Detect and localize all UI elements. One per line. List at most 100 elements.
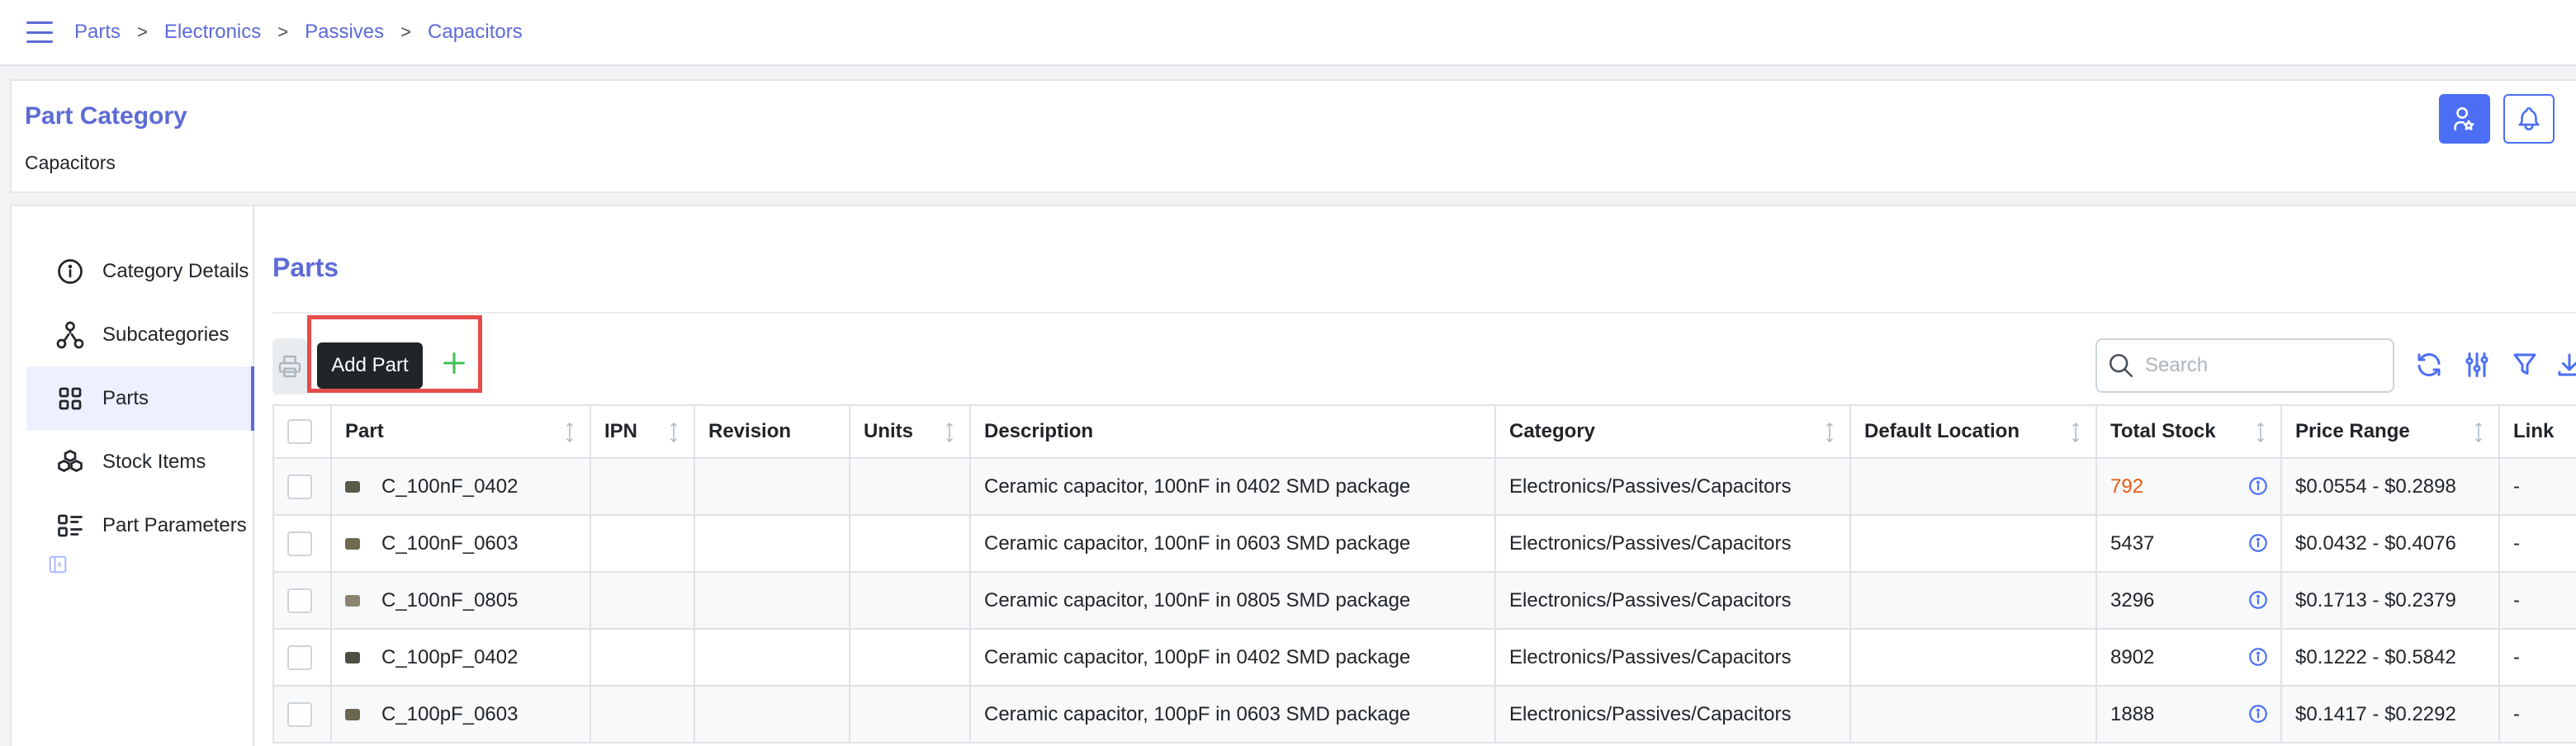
part-thumbnail <box>345 538 360 550</box>
refresh-icon <box>2417 353 2441 376</box>
printer-icon <box>278 355 301 378</box>
download-button[interactable] <box>2553 348 2576 381</box>
subscribe-user-button[interactable] <box>2439 94 2490 144</box>
column-header-part[interactable]: Part <box>330 404 591 459</box>
revision-cell <box>694 571 850 630</box>
row-checkbox[interactable] <box>287 474 312 499</box>
category-cell: Electronics/Passives/Capacitors <box>1494 571 1851 630</box>
location-cell <box>1849 514 2097 573</box>
column-header-revision[interactable]: Revision <box>694 404 850 459</box>
location-cell <box>1849 685 2097 744</box>
table-row[interactable]: C_100nF_0402 Ceramic capacitor, 100nF in … <box>272 457 2576 516</box>
table-settings-button[interactable] <box>2460 348 2493 381</box>
link-cell: - <box>2498 514 2576 573</box>
row-checkbox[interactable] <box>287 701 312 727</box>
panel-title: Parts <box>272 253 339 282</box>
units-cell <box>849 685 971 744</box>
table-row[interactable]: C_100nF_0603 Ceramic capacitor, 100nF in … <box>272 514 2576 573</box>
category-name: Capacitors <box>25 152 116 173</box>
row-checkbox[interactable] <box>287 644 312 670</box>
info-icon[interactable] <box>2247 475 2269 497</box>
sort-icon[interactable] <box>665 421 682 444</box>
stock-value: 8902 <box>2110 645 2155 668</box>
part-name[interactable]: C_100pF_0402 <box>381 646 518 668</box>
notifications-button[interactable] <box>2503 94 2555 144</box>
sort-icon[interactable] <box>2067 421 2084 444</box>
grid-icon <box>54 383 86 414</box>
print-button[interactable] <box>272 338 307 394</box>
breadcrumb-electronics[interactable]: Electronics <box>164 21 261 44</box>
part-thumbnail <box>345 709 360 721</box>
list-details-icon <box>54 510 86 541</box>
sidebar-item-parts[interactable]: Parts <box>26 366 254 431</box>
breadcrumb-parts[interactable]: Parts <box>74 21 121 44</box>
sidebar-item-stock-items[interactable]: Stock Items <box>26 430 254 494</box>
row-select-cell <box>272 514 332 573</box>
sidebar-item-label: Category Details <box>102 260 249 282</box>
sort-icon[interactable] <box>941 421 958 444</box>
info-icon[interactable] <box>2247 703 2269 725</box>
search-input[interactable] <box>2145 354 2376 377</box>
link-cell: - <box>2498 457 2576 516</box>
sort-icon[interactable] <box>2252 421 2269 444</box>
sidebar-item-category-details[interactable]: Category Details <box>26 239 254 304</box>
column-header-ipn[interactable]: IPN <box>590 404 695 459</box>
row-select-cell <box>272 457 332 516</box>
info-icon[interactable] <box>2247 589 2269 611</box>
column-header-link[interactable]: Link <box>2498 404 2576 459</box>
breadcrumb-separator: > <box>277 21 289 42</box>
parts-panel: Parts Add Part Search Part IPN Revision … <box>272 206 2576 746</box>
breadcrumb-capacitors[interactable]: Capacitors <box>428 21 523 44</box>
part-name[interactable]: C_100nF_0805 <box>381 589 518 611</box>
sidebar-collapse-icon[interactable] <box>46 553 69 576</box>
column-header-description[interactable]: Description <box>969 404 1496 459</box>
column-header-price-range[interactable]: Price Range <box>2280 404 2500 459</box>
select-all-checkbox[interactable] <box>287 419 312 444</box>
part-cell[interactable]: C_100nF_0805 <box>330 571 591 630</box>
sidebar-item-part-parameters[interactable]: Part Parameters <box>26 493 254 558</box>
breadcrumb: Parts > Electronics > Passives > Capacit… <box>74 21 523 44</box>
info-icon[interactable] <box>2247 532 2269 554</box>
table-row[interactable]: C_100nF_0805 Ceramic capacitor, 100nF in … <box>272 571 2576 630</box>
add-part-button[interactable] <box>438 347 471 380</box>
sort-icon[interactable] <box>2470 421 2487 444</box>
stock-value: 1888 <box>2110 702 2155 725</box>
column-header-category[interactable]: Category <box>1494 404 1851 459</box>
location-cell <box>1849 571 2097 630</box>
part-cell[interactable]: C_100pF_0402 <box>330 628 591 687</box>
description-cell: Ceramic capacitor, 100nF in 0603 SMD pac… <box>969 514 1496 573</box>
sidebar-item-subcategories[interactable]: Subcategories <box>26 303 254 367</box>
row-select-cell <box>272 685 332 744</box>
menu-icon[interactable] <box>26 21 53 43</box>
search-icon <box>2109 353 2133 378</box>
table-row[interactable]: C_100pF_0603 Ceramic capacitor, 100pF in … <box>272 685 2576 744</box>
price-cell: $0.1713 - $0.2379 <box>2280 571 2500 630</box>
row-checkbox[interactable] <box>287 588 312 613</box>
part-name[interactable]: C_100pF_0603 <box>381 703 518 725</box>
table-header-row: Part IPN Revision Units Description Cate… <box>272 404 2576 459</box>
location-cell <box>1849 628 2097 687</box>
part-cell[interactable]: C_100nF_0603 <box>330 514 591 573</box>
part-name[interactable]: C_100nF_0402 <box>381 475 518 498</box>
column-header-default-location[interactable]: Default Location <box>1849 404 2097 459</box>
stock-value: 5437 <box>2110 531 2155 555</box>
refresh-button[interactable] <box>2413 348 2446 381</box>
ipn-cell <box>590 457 695 516</box>
column-header-units[interactable]: Units <box>849 404 971 459</box>
table-row[interactable]: C_100pF_0402 Ceramic capacitor, 100pF in … <box>272 628 2576 687</box>
part-cell[interactable]: C_100pF_0603 <box>330 685 591 744</box>
sort-icon[interactable] <box>1821 421 1838 444</box>
row-checkbox[interactable] <box>287 531 312 556</box>
sort-icon[interactable] <box>561 421 578 444</box>
part-name[interactable]: C_100nF_0603 <box>381 532 518 555</box>
units-cell <box>849 514 971 573</box>
info-icon[interactable] <box>2247 646 2269 668</box>
column-header-total-stock[interactable]: Total Stock <box>2095 404 2282 459</box>
category-cell: Electronics/Passives/Capacitors <box>1494 685 1851 744</box>
breadcrumb-passives[interactable]: Passives <box>305 21 384 44</box>
filter-button[interactable] <box>2508 348 2541 381</box>
part-cell[interactable]: C_100nF_0402 <box>330 457 591 516</box>
bell-icon <box>2518 107 2540 131</box>
select-all-header <box>272 404 332 459</box>
info-circle-icon <box>54 256 86 287</box>
